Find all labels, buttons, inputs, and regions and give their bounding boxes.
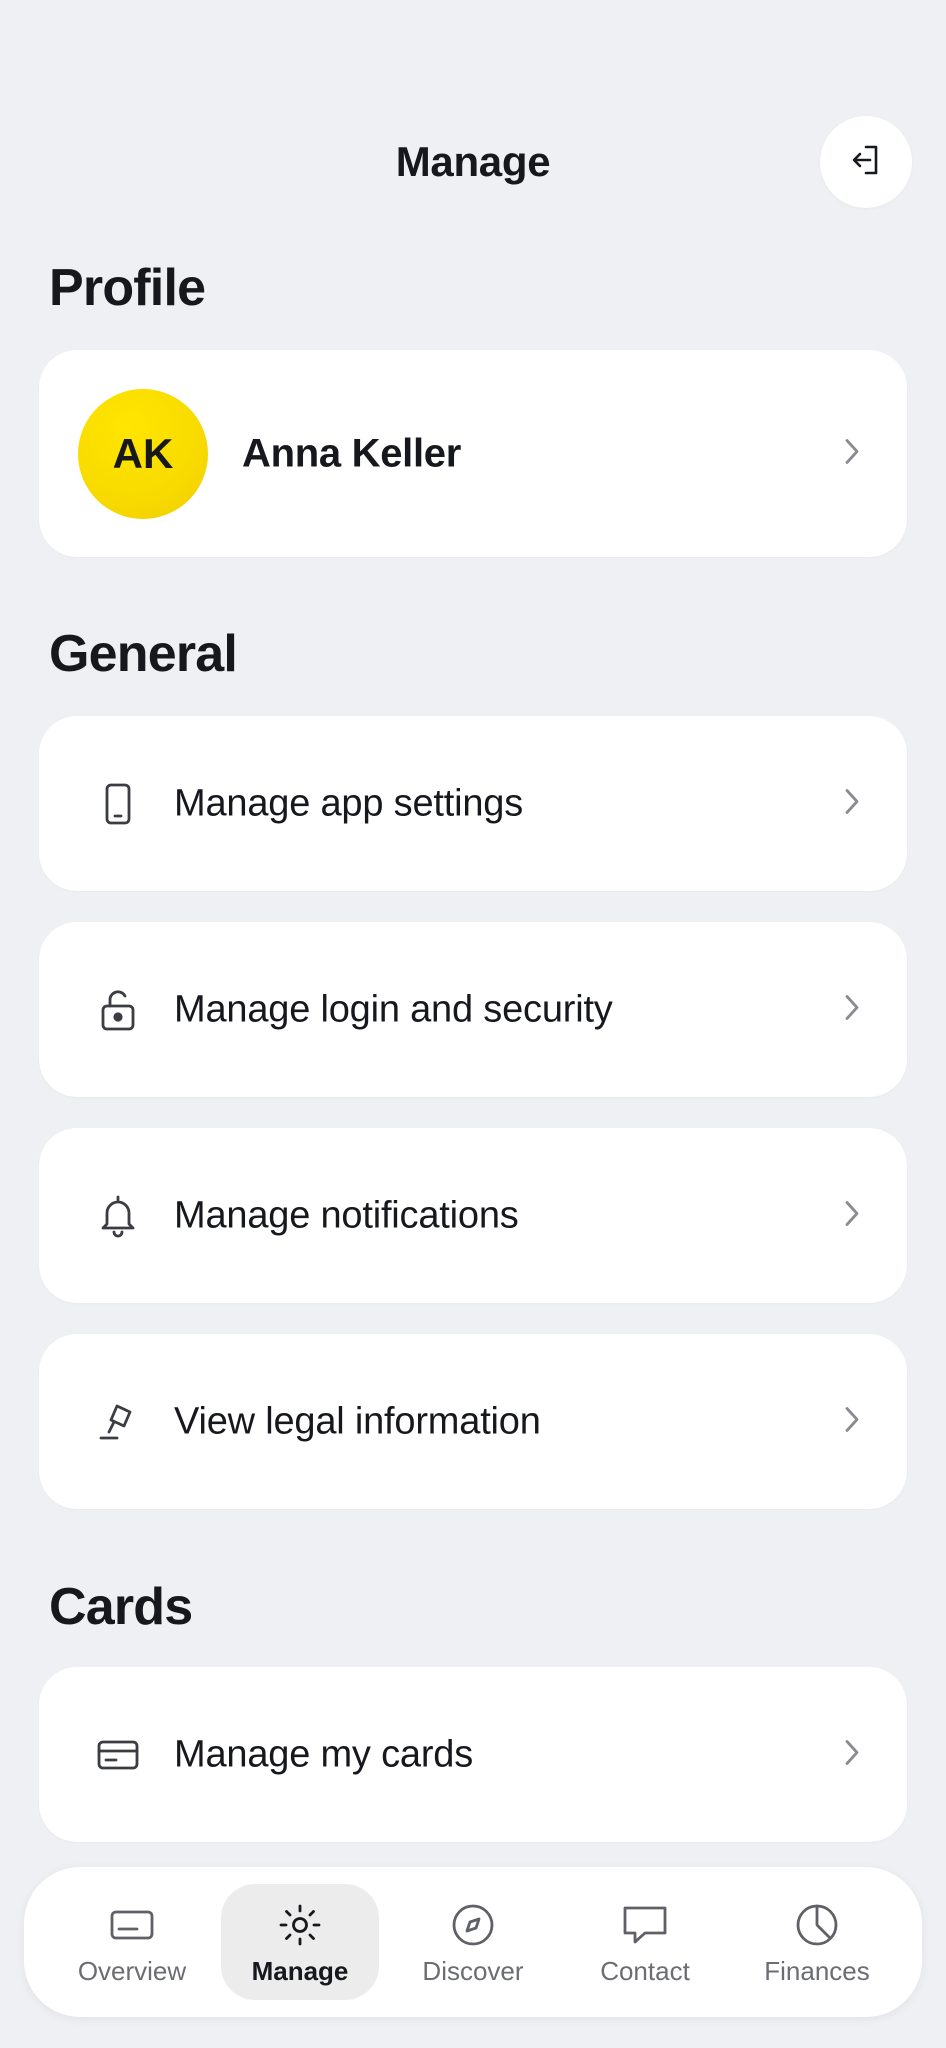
nav-label: Finances bbox=[764, 1956, 870, 1986]
general-item-notifications[interactable]: Manage notifications bbox=[39, 1128, 907, 1303]
chevron-right-icon bbox=[843, 1404, 861, 1439]
cards-item-label: Manage my cards bbox=[174, 1733, 474, 1775]
profile-card[interactable]: AK Anna Keller bbox=[39, 350, 907, 557]
cards-section-title: Cards bbox=[49, 1578, 193, 1636]
pie-chart-icon bbox=[794, 1902, 840, 1948]
chevron-right-icon bbox=[843, 1737, 861, 1772]
gear-sun-icon bbox=[278, 1902, 322, 1948]
nav-discover[interactable]: Discover bbox=[394, 1884, 552, 2000]
avatar: AK bbox=[78, 388, 208, 519]
compass-icon bbox=[450, 1902, 496, 1948]
general-item-label: View legal information bbox=[174, 1400, 541, 1442]
general-item-label: Manage login and security bbox=[174, 988, 613, 1030]
nav-label: Contact bbox=[600, 1956, 690, 1986]
general-item-app-settings[interactable]: Manage app settings bbox=[39, 716, 907, 891]
general-item-label: Manage notifications bbox=[174, 1194, 519, 1236]
chevron-right-icon bbox=[843, 436, 861, 471]
profile-section-title: Profile bbox=[49, 259, 206, 317]
nav-manage[interactable]: Manage bbox=[221, 1884, 379, 2000]
general-item-login-security[interactable]: Manage login and security bbox=[39, 922, 907, 1097]
general-item-label: Manage app settings bbox=[174, 782, 523, 824]
logout-icon bbox=[849, 143, 883, 182]
bottom-navigation: Overview Manage Discover Contact Finance… bbox=[24, 1867, 922, 2017]
phone-icon bbox=[87, 773, 149, 835]
profile-name: Anna Keller bbox=[242, 431, 461, 475]
general-section-title: General bbox=[49, 625, 238, 683]
unlock-icon bbox=[87, 979, 149, 1041]
nav-contact[interactable]: Contact bbox=[566, 1884, 724, 2000]
nav-overview[interactable]: Overview bbox=[53, 1884, 211, 2000]
nav-label: Overview bbox=[77, 1956, 187, 1986]
general-item-legal[interactable]: View legal information bbox=[39, 1334, 907, 1509]
page-title: Manage bbox=[395, 138, 551, 185]
credit-card-icon bbox=[87, 1724, 149, 1786]
chevron-right-icon bbox=[843, 1198, 861, 1233]
nav-finances[interactable]: Finances bbox=[738, 1884, 896, 2000]
avatar-initials: AK bbox=[112, 429, 174, 477]
cards-item-manage-cards[interactable]: Manage my cards bbox=[39, 1667, 907, 1842]
gavel-icon bbox=[87, 1391, 149, 1453]
card-icon bbox=[109, 1902, 155, 1948]
bell-icon bbox=[87, 1185, 149, 1247]
chat-icon bbox=[621, 1902, 669, 1948]
manage-screen: Manage Profile AK Anna Keller General Ma… bbox=[0, 0, 946, 2048]
header: Manage bbox=[0, 112, 946, 212]
nav-label: Manage bbox=[251, 1956, 349, 1986]
logout-button[interactable] bbox=[820, 116, 912, 208]
nav-label: Discover bbox=[422, 1956, 524, 1986]
chevron-right-icon bbox=[843, 992, 861, 1027]
chevron-right-icon bbox=[843, 786, 861, 821]
